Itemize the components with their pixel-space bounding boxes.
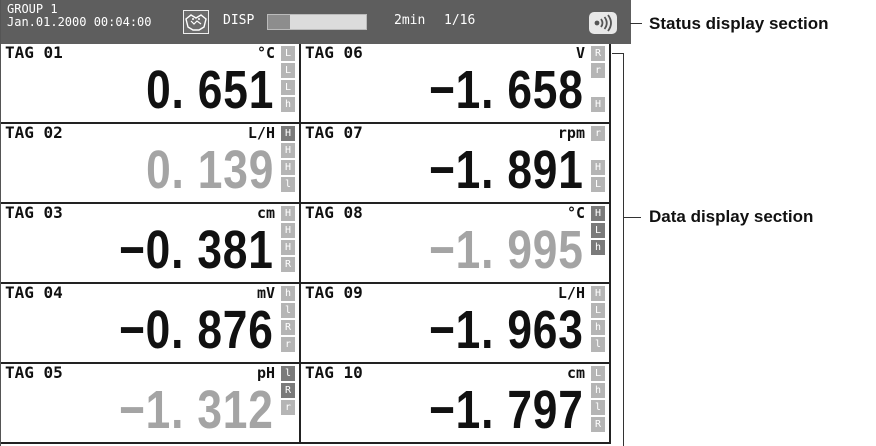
alarm-indicator: h — [591, 240, 605, 255]
channel-cell[interactable]: TAG 04 mV −0. 876 h l Rr — [1, 284, 301, 364]
status-callout-label: Status display section — [649, 14, 829, 33]
data-callout-label: Data display section — [649, 207, 814, 226]
channel-value: −0. 381 — [119, 220, 274, 280]
alarm-indicators: Rr H — [591, 46, 605, 114]
channel-value: −1. 312 — [119, 380, 274, 440]
group-name[interactable]: GROUP 1 — [7, 2, 58, 16]
channel-tag: TAG 06 — [305, 44, 363, 62]
alarm-indicator: r — [591, 126, 605, 141]
channel-cell[interactable]: TAG 09 L/H −1. 963 H Lh l — [301, 284, 611, 364]
alarm-indicator: l — [591, 337, 605, 352]
alarm-indicator: l — [591, 400, 605, 415]
channel-cell[interactable]: TAG 03 cm −0. 381 H H H R — [1, 204, 301, 284]
alarm-indicator: L — [281, 63, 295, 78]
alarm-indicator: H — [281, 143, 295, 158]
alarm-indicator: L — [591, 223, 605, 238]
alarm-indicator: h — [591, 383, 605, 398]
channel-cell[interactable]: TAG 06 V −1. 658 Rr H — [301, 44, 611, 124]
date-time: Jan.01.2000 00:04:00 — [7, 15, 152, 29]
alarm-indicator: H — [591, 206, 605, 221]
alarm-indicator: L — [281, 46, 295, 61]
alarm-indicator: r — [281, 400, 295, 415]
alarm-indicator: H — [591, 97, 605, 112]
recorder-screen: GROUP 1 Jan.01.2000 00:04:00 DISP 2min 1… — [0, 0, 631, 446]
alarm-indicator: L — [591, 177, 605, 192]
display-mode-label: DISP — [223, 13, 255, 28]
alarm-indicator — [591, 257, 605, 272]
page-indicator: 1/16 — [444, 13, 476, 28]
display-mode-icon[interactable] — [183, 10, 209, 34]
alarm-indicators: hlRr — [281, 286, 295, 354]
alarm-indicators: lRr — [281, 366, 295, 434]
channel-cell[interactable]: TAG 01 °C 0. 651 L L Lh — [1, 44, 301, 124]
channel-cell[interactable]: TAG 02 L/H 0. 139 H H Hl — [1, 124, 301, 204]
channel-value: −1. 797 — [429, 380, 584, 440]
alarm-indicator: H — [281, 223, 295, 238]
data-display-grid: TAG 01 °C 0. 651 L L Lh TAG 06 V −1. 658 Rr H TAG 0… — [1, 44, 631, 446]
channel-cell[interactable]: TAG 10 cm −1. 797 Lh l R — [301, 364, 611, 444]
channel-value: −1. 658 — [429, 60, 584, 120]
alarm-indicator: H — [281, 160, 295, 175]
alarm-indicator: l — [281, 366, 295, 381]
alarm-indicator: R — [591, 417, 605, 432]
alarm-indicator: H — [591, 160, 605, 175]
alarm-indicators: LLLh — [281, 46, 295, 114]
progress-fill — [268, 15, 290, 29]
alarm-indicator: R — [281, 383, 295, 398]
alarm-indicator: H — [591, 286, 605, 301]
alarm-indicator: l — [281, 177, 295, 192]
alarm-indicators: r HL — [591, 126, 605, 194]
channel-tag: TAG 03 — [5, 204, 63, 222]
communication-icon[interactable] — [589, 12, 617, 34]
alarm-indicator: R — [591, 46, 605, 61]
alarm-indicator: h — [281, 286, 295, 301]
channel-tag: TAG 07 — [305, 124, 363, 142]
alarm-indicators: HHHR — [281, 206, 295, 274]
alarm-indicator: L — [281, 80, 295, 95]
channel-tag: TAG 01 — [5, 44, 63, 62]
alarm-indicator: R — [281, 257, 295, 272]
alarm-indicator: R — [281, 320, 295, 335]
channel-tag: TAG 08 — [305, 204, 363, 222]
data-callout-line-vertical — [623, 53, 624, 446]
alarm-indicator: H — [281, 206, 295, 221]
channel-cell[interactable]: TAG 05 pH −1. 312 l Rr — [1, 364, 301, 444]
channel-value: 0. 139 — [145, 140, 274, 200]
channel-value: −1. 995 — [429, 220, 584, 280]
data-callout-line-tick — [623, 217, 641, 218]
alarm-indicator: l — [281, 303, 295, 318]
alarm-indicator: r — [591, 63, 605, 78]
channel-tag: TAG 10 — [305, 364, 363, 382]
alarm-indicators: LhlR — [591, 366, 605, 434]
channel-tag: TAG 04 — [5, 284, 63, 302]
channel-tag: TAG 09 — [305, 284, 363, 302]
alarm-indicator: H — [281, 126, 295, 141]
channel-value: −1. 963 — [429, 300, 584, 360]
data-progress-bar — [267, 14, 367, 30]
alarm-indicator: L — [591, 366, 605, 381]
alarm-indicator: r — [281, 337, 295, 352]
alarm-indicator: H — [281, 240, 295, 255]
alarm-indicator — [591, 80, 605, 95]
alarm-indicators: HLhl — [591, 286, 605, 354]
alarm-indicator — [591, 143, 605, 158]
channel-tag: TAG 05 — [5, 364, 63, 382]
status-bar: GROUP 1 Jan.01.2000 00:04:00 DISP 2min 1… — [1, 0, 631, 44]
alarm-indicator: h — [281, 97, 295, 112]
channel-cell[interactable]: TAG 08 °C −1. 995 H Lh — [301, 204, 611, 284]
trend-interval: 2min — [394, 13, 426, 28]
alarm-indicator: L — [591, 303, 605, 318]
channel-tag: TAG 02 — [5, 124, 63, 142]
channel-cell[interactable]: TAG 07 rpm −1. 891 r H L — [301, 124, 611, 204]
channel-value: −1. 891 — [429, 140, 584, 200]
alarm-indicator — [281, 417, 295, 432]
channel-value: −0. 876 — [119, 300, 274, 360]
alarm-indicator: h — [591, 320, 605, 335]
status-callout-line — [630, 23, 642, 24]
alarm-indicators: HLh — [591, 206, 605, 274]
alarm-indicators: HHHl — [281, 126, 295, 194]
channel-value: 0. 651 — [145, 60, 274, 120]
